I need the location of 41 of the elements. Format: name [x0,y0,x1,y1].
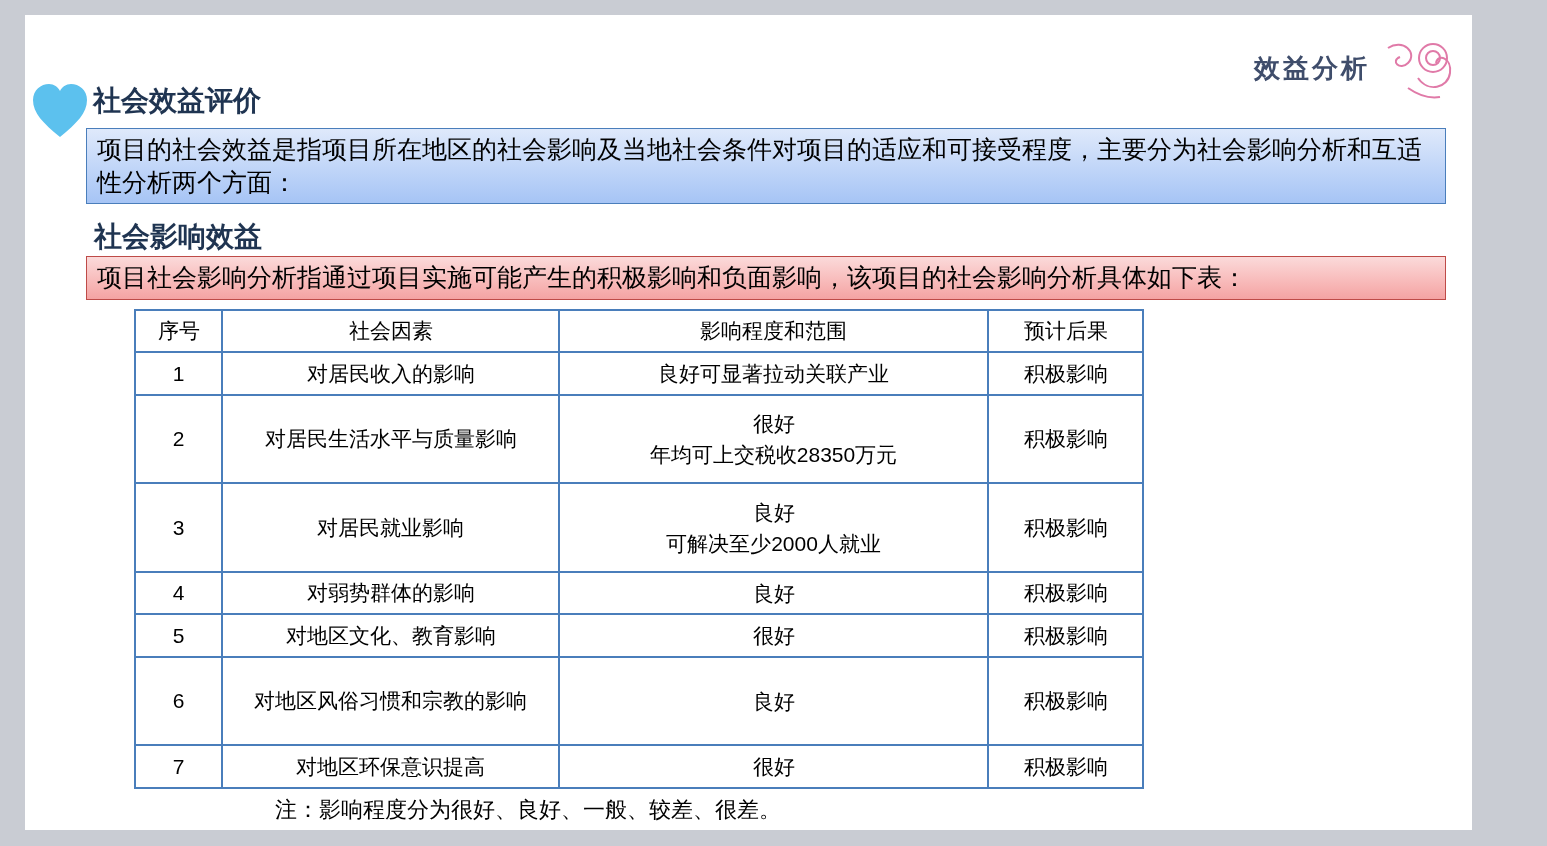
intro-text: 项目的社会效益是指项目所在地区的社会影响及当地社会条件对项目的适应和可接受程度，主要分为社会影响分析和互适性分析两个方面： [97,134,1423,198]
table-cell-line: 良好 [751,499,796,526]
table-cell: 积极影响 [988,352,1143,395]
table-cell-line: 很好 [751,623,796,649]
table-cell-line: 可解决至少2000人就业 [665,530,882,557]
table-cell: 4 [135,572,222,614]
footnote: 注：影响程度分为很好、良好、一般、较差、很差。 [275,796,781,824]
table-cell-line: 良好可显著拉动关联产业 [657,361,890,387]
table-cell-line: 很好 [751,411,796,437]
column-header: 序号 [135,310,222,352]
table-cell-line: 很好 [751,754,796,780]
column-header: 影响程度和范围 [559,310,988,352]
table-cell-line: 良好 [751,688,796,715]
table-cell: 积极影响 [988,395,1143,483]
table-cell: 积极影响 [988,572,1143,614]
table-cell: 5 [135,614,222,657]
table-cell: 对地区风俗习惯和宗教的影响 [222,657,559,745]
table-cell-line: 良好 [751,580,796,607]
table-cell: 对居民生活水平与质量影响 [222,395,559,483]
table-cell-line: 年均可上交税收28350万元 [648,442,899,468]
column-header: 社会因素 [222,310,559,352]
table-cell: 对居民就业影响 [222,483,559,572]
table-cell: 积极影响 [988,657,1143,745]
table-cell: 对弱势群体的影响 [222,572,559,614]
table-cell: 1 [135,352,222,395]
table-cell: 积极影响 [988,745,1143,788]
column-header: 预计后果 [988,310,1143,352]
heart-icon [31,83,89,139]
note-text: 项目社会影响分析指通过项目实施可能产生的积极影响和负面影响，该项目的社会影响分析具体如下表： [97,262,1247,294]
table-cell: 对地区文化、教育影响 [222,614,559,657]
section-heading: 社会效益评价 [93,84,261,118]
table-cell: 3 [135,483,222,572]
table-cell: 对居民收入的影响 [222,352,559,395]
table-cell: 2 [135,395,222,483]
table-cell: 积极影响 [988,483,1143,572]
table-cell: 7 [135,745,222,788]
subsection-heading: 社会影响效益 [94,220,262,254]
table-cell: 积极影响 [988,614,1143,657]
table-cell: 对地区环保意识提高 [222,745,559,788]
table-cell: 6 [135,657,222,745]
slide-corner-title: 效益分析 [1254,51,1370,85]
